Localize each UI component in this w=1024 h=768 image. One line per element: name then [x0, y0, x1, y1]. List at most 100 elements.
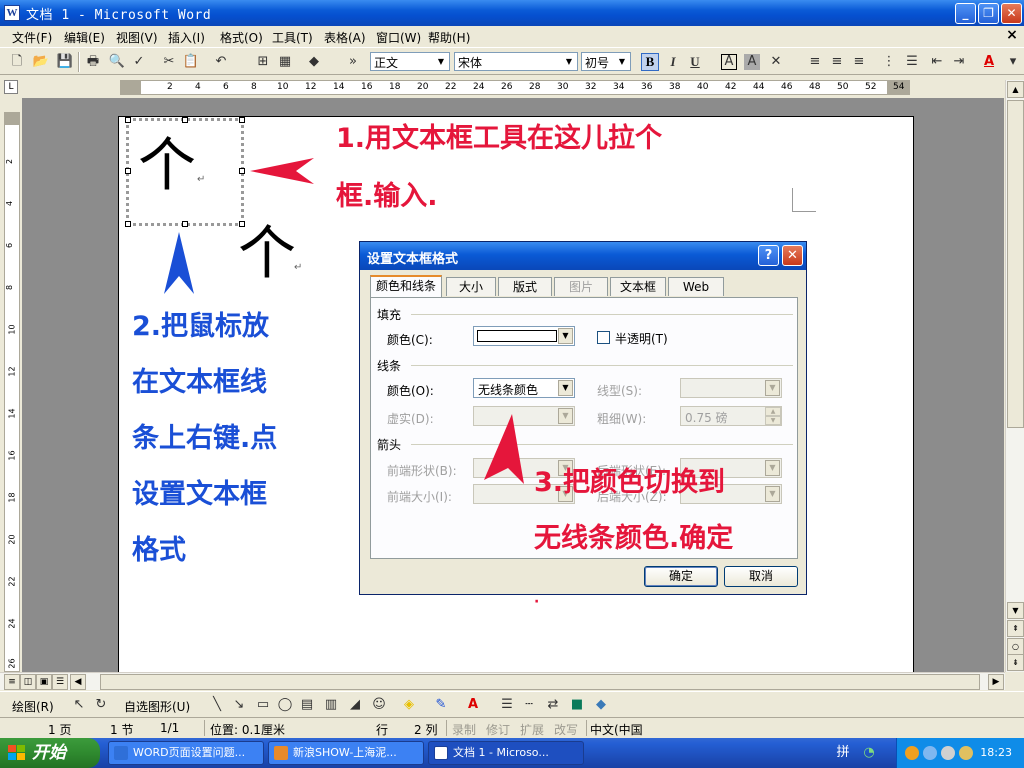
print-view-icon[interactable]: ▣ — [36, 674, 52, 690]
rectangle-icon[interactable]: ▭ — [254, 696, 272, 714]
line-style-select[interactable]: ▼ — [680, 378, 782, 398]
resize-handle[interactable] — [182, 221, 188, 227]
word-app-icon[interactable]: W — [4, 5, 20, 21]
tab-layout[interactable]: 版式 — [498, 277, 552, 296]
select-objects-icon[interactable]: ↖ — [70, 696, 88, 714]
tab-textbox[interactable]: 文本框 — [610, 277, 666, 296]
font-size-combo[interactable]: 初号 ▼ — [581, 52, 631, 71]
print-preview-icon[interactable]: 🔍 — [108, 53, 126, 71]
align-left-icon[interactable]: ≡ — [806, 53, 824, 71]
volume-icon[interactable] — [941, 746, 955, 760]
scroll-down-icon[interactable]: ▼ — [1007, 602, 1024, 619]
resize-handle[interactable] — [182, 117, 188, 123]
normal-view-icon[interactable]: ≡ — [4, 674, 20, 690]
chevron-down-icon[interactable]: ▼ — [562, 54, 576, 69]
tables-borders-icon[interactable]: ⊞ — [254, 53, 272, 71]
char-border-button[interactable]: A — [721, 54, 737, 70]
vertical-textbox-icon[interactable]: ▥ — [322, 696, 340, 714]
document-close-icon[interactable]: × — [1004, 28, 1020, 44]
resize-handle[interactable] — [239, 168, 245, 174]
font-color-button[interactable]: A — [980, 53, 998, 71]
scroll-up-icon[interactable]: ▲ — [1007, 81, 1024, 98]
resize-handle[interactable] — [125, 168, 131, 174]
paste-icon[interactable]: 📋 — [182, 53, 200, 71]
outline-view-icon[interactable]: ☰ — [52, 674, 68, 690]
horizontal-scroll-thumb[interactable] — [100, 674, 980, 690]
menu-edit[interactable]: 编辑(E) — [64, 29, 105, 46]
fill-color-select[interactable]: ▼ — [473, 326, 575, 346]
style-combo[interactable]: 正文 ▼ — [370, 52, 450, 71]
chevron-down-icon[interactable]: ▼ — [558, 380, 573, 396]
scroll-left-icon[interactable]: ◀ — [70, 674, 86, 690]
char-scale-icon[interactable]: ✕ — [767, 53, 785, 71]
undo-icon[interactable]: ↶ — [212, 53, 230, 71]
close-button[interactable]: ✕ — [1001, 3, 1022, 24]
menu-help[interactable]: 帮助(H) — [428, 29, 470, 46]
taskbar-item[interactable]: 文档 1 - Microso... — [428, 741, 584, 765]
align-right-icon[interactable]: ≡ — [850, 53, 868, 71]
underline-button[interactable]: U — [686, 53, 704, 71]
vertical-ruler[interactable]: 2 4 6 8 10 12 14 16 18 20 22 24 26 — [4, 112, 20, 672]
input-method-icon[interactable]: 拼 — [834, 744, 852, 762]
wordart-icon[interactable]: ◢ — [346, 696, 364, 714]
toolbar-overflow-icon[interactable]: » — [344, 53, 362, 71]
free-rotate-icon[interactable]: ↻ — [92, 696, 110, 714]
taskbar-item[interactable]: 新浪SHOW-上海泥... — [268, 741, 424, 765]
chevron-down-icon[interactable]: ▼ — [615, 54, 629, 69]
line-color-icon[interactable]: ✎ — [432, 696, 450, 714]
dash-style-icon[interactable]: ┄ — [520, 696, 538, 714]
ok-button[interactable]: 确定 — [644, 566, 718, 587]
tray-security-icon[interactable] — [959, 746, 973, 760]
weight-input[interactable]: 0.75 磅 ▲ ▼ — [680, 406, 782, 426]
toolbar-options-icon[interactable]: ▾ — [1004, 53, 1022, 71]
chevron-down-icon[interactable]: ▼ — [765, 486, 780, 502]
status-track[interactable]: 修订 — [486, 721, 510, 738]
web-view-icon[interactable]: ◫ — [20, 674, 36, 690]
new-document-icon[interactable]: 🗋 — [8, 53, 26, 71]
cancel-button[interactable]: 取消 — [724, 566, 798, 587]
line-style-icon[interactable]: ☰ — [498, 696, 516, 714]
menu-tools[interactable]: 工具(T) — [272, 29, 313, 46]
menu-window[interactable]: 窗口(W) — [376, 29, 421, 46]
autoshapes-menu[interactable]: 自选图形(U) — [124, 698, 190, 715]
menu-insert[interactable]: 插入(I) — [168, 29, 205, 46]
dialog-close-button[interactable]: ✕ — [782, 245, 803, 266]
taskbar-item[interactable]: WORD页面设置问题... — [108, 741, 264, 765]
bullets-icon[interactable]: ☰ — [903, 53, 921, 71]
numbering-icon[interactable]: ⋮ — [880, 53, 898, 71]
next-page-icon[interactable]: ⇟ — [1007, 654, 1024, 671]
horizontal-scrollbar[interactable]: ≡ ◫ ▣ ☰ ◀ ▶ — [0, 672, 1005, 690]
tab-picture[interactable]: 图片 — [554, 277, 608, 296]
restore-button[interactable]: ❐ — [978, 3, 999, 24]
menu-file[interactable]: 文件(F) — [12, 29, 52, 46]
menu-table[interactable]: 表格(A) — [324, 29, 366, 46]
menu-format[interactable]: 格式(O) — [220, 29, 263, 46]
shadow-icon[interactable]: ■ — [568, 696, 586, 714]
open-icon[interactable]: 📂 — [32, 53, 50, 71]
chevron-down-icon[interactable]: ▼ — [765, 460, 780, 476]
arrow-style-icon[interactable]: ⇄ — [544, 696, 562, 714]
save-icon[interactable]: 💾 — [56, 53, 74, 71]
vertical-scrollbar[interactable]: ▲ ▼ ⇞ ○ ⇟ — [1005, 80, 1024, 672]
tab-web[interactable]: Web — [668, 277, 724, 296]
horizontal-ruler[interactable]: 2 4 6 8 10 12 14 16 18 20 22 24 26 28 30… — [120, 80, 910, 95]
resize-handle[interactable] — [125, 117, 131, 123]
insert-table-icon[interactable]: ▦ — [276, 53, 294, 71]
textbox-icon[interactable]: ▤ — [298, 696, 316, 714]
dialog-help-button[interactable]: ? — [758, 245, 779, 266]
tab-size[interactable]: 大小 — [446, 277, 496, 296]
resize-handle[interactable] — [125, 221, 131, 227]
font-color-icon[interactable]: A — [464, 696, 482, 714]
align-center-icon[interactable]: ≡ — [828, 53, 846, 71]
3d-icon[interactable]: ◆ — [592, 696, 610, 714]
previous-page-icon[interactable]: ⇞ — [1007, 620, 1024, 637]
clipart-icon[interactable]: ☺ — [370, 696, 388, 714]
line-color-select[interactable]: 无线条颜色 ▼ — [473, 378, 575, 398]
status-record[interactable]: 录制 — [452, 721, 476, 738]
chevron-down-icon[interactable]: ▼ — [558, 408, 573, 424]
resize-handle[interactable] — [239, 117, 245, 123]
tab-selector[interactable]: L — [4, 80, 18, 94]
line-icon[interactable]: ╲ — [208, 696, 226, 714]
semitransparent-checkbox[interactable] — [597, 331, 610, 344]
network-icon[interactable]: ◔ — [860, 744, 878, 762]
